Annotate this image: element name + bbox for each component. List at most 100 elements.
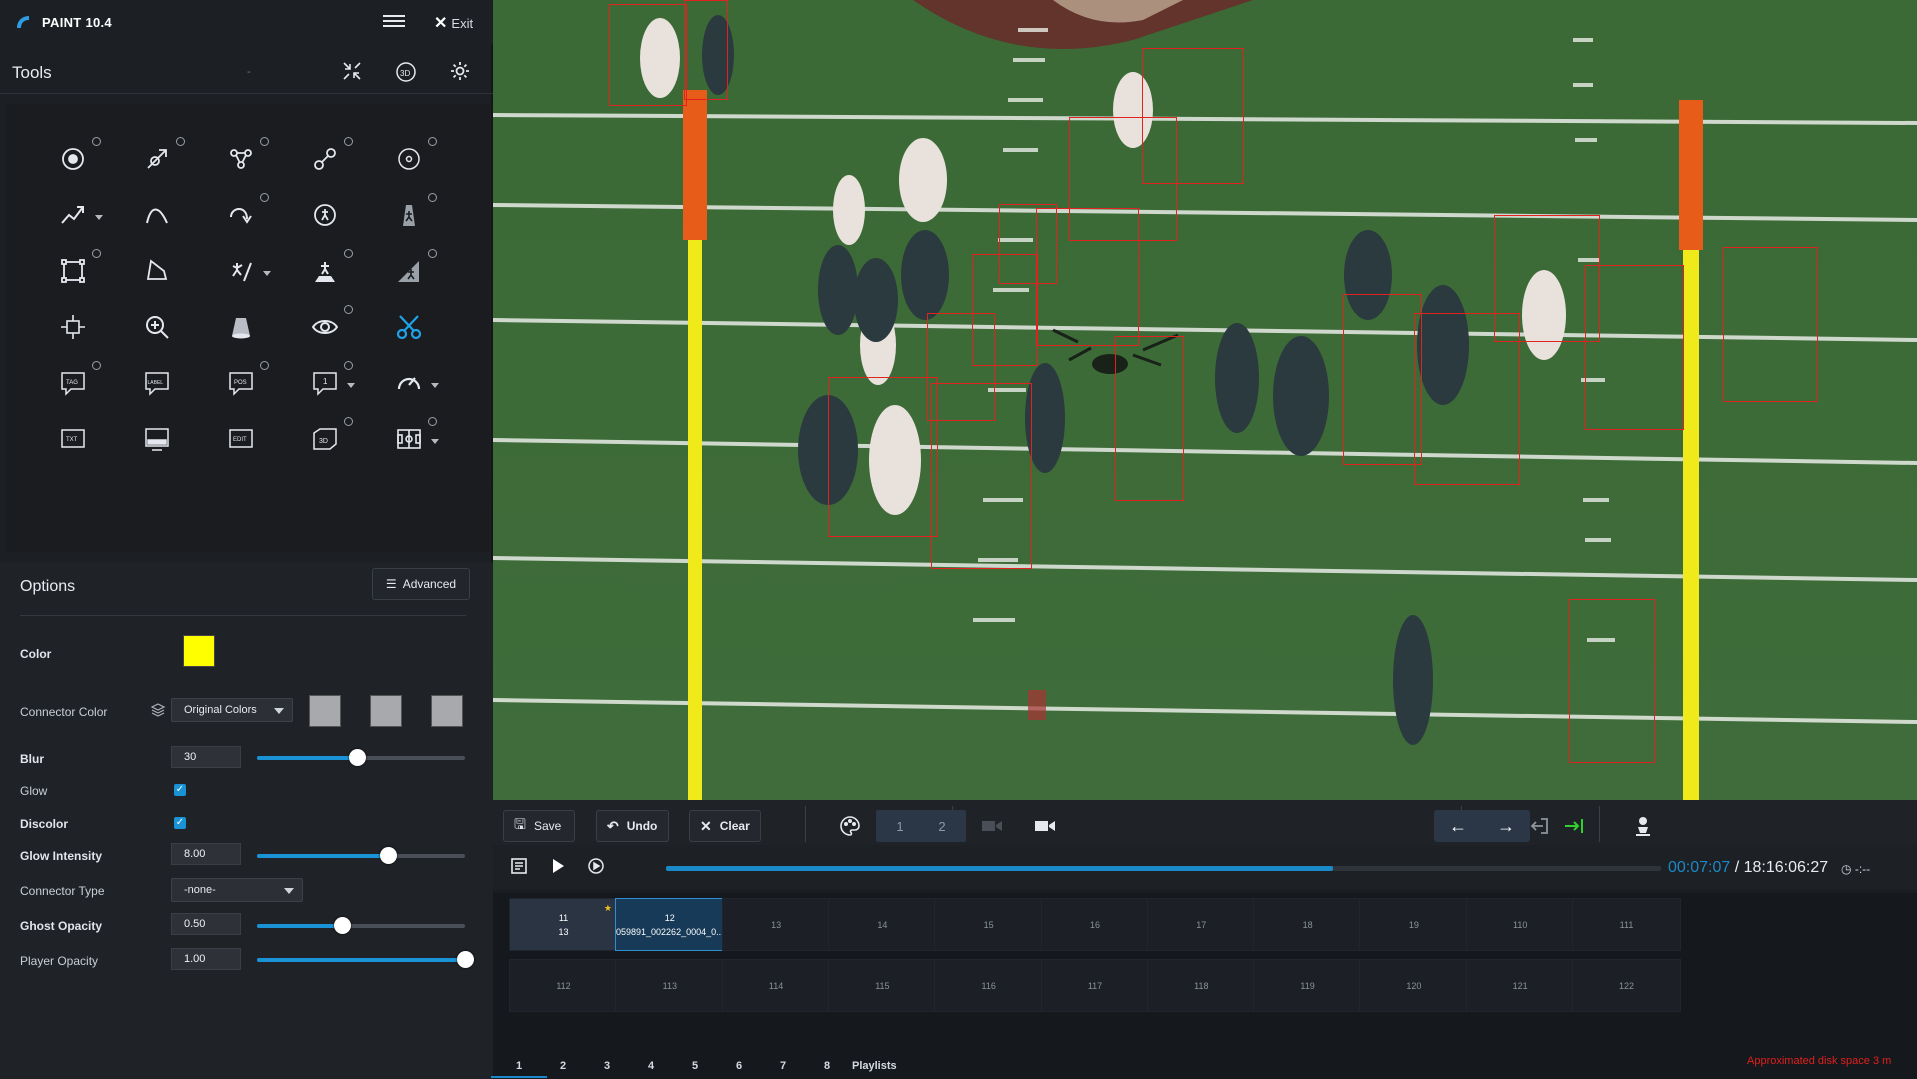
player-box[interactable] [1723,247,1818,402]
clip-cell[interactable]: 120 [1359,959,1469,1012]
clip-cell[interactable]: 18 [1253,898,1363,951]
player-box[interactable] [684,0,728,100]
player-opacity-slider[interactable] [257,951,474,968]
player-box[interactable] [1585,265,1684,430]
player-box[interactable] [1569,599,1655,763]
player-speed-tool-icon[interactable] [219,249,271,293]
spotlight-tool-icon[interactable] [51,137,101,181]
tab-1[interactable]: 1 [490,1060,548,1078]
clip-cell[interactable]: 19 [1359,898,1469,951]
player-box[interactable] [931,383,1032,569]
video-canvas[interactable] [493,0,1917,800]
clip-cell[interactable]: 122 [1572,959,1681,1012]
callout-number-tool-icon[interactable]: 1 [303,361,355,405]
multi-link-tool-icon[interactable] [219,137,269,181]
player-box[interactable] [828,377,938,537]
player-cone-tool-icon[interactable] [387,249,437,293]
tab-4[interactable]: 4 [648,1060,654,1072]
arrow-left-icon[interactable]: ← [1438,816,1478,837]
save-button[interactable]: 🖫 Save [503,810,575,842]
text-tool-icon[interactable]: TXT [51,417,95,461]
clip-cell[interactable]: 110 [1465,898,1575,951]
hamburger-menu-icon[interactable] [383,12,405,30]
tag-tool-icon[interactable]: TAG [51,361,101,405]
glow-intensity-slider[interactable] [257,847,465,864]
polygon-tool-icon[interactable] [135,249,179,293]
video-camera-icon[interactable] [1031,812,1059,840]
connector-color-select[interactable]: Original Colors [171,698,293,722]
lower-third-tool-icon[interactable] [135,417,179,461]
tab-5[interactable]: 5 [692,1060,698,1072]
notes-icon[interactable] [505,852,533,880]
player-box[interactable] [609,4,687,106]
player-highlight-tool-icon[interactable] [387,193,437,237]
tab-3[interactable]: 3 [604,1060,610,1072]
return-icon[interactable] [1526,812,1554,840]
connector-swatch-3[interactable] [431,695,463,727]
clip-cell[interactable]: 113 [615,959,725,1012]
camera-2-button[interactable]: 2 [918,810,966,842]
tab-2[interactable]: 2 [560,1060,566,1072]
edit-tool-icon[interactable]: EDIT [219,417,263,461]
play-icon[interactable] [544,852,572,880]
clip-cell[interactable]: 112 [509,959,618,1012]
pos-tool-icon[interactable]: POS [219,361,269,405]
blur-slider[interactable] [257,749,465,766]
player-box[interactable] [1036,208,1139,346]
camera-1-button[interactable]: 1 [876,810,924,842]
connector-swatch-2[interactable] [370,695,402,727]
clip-cell[interactable]: 116 [934,959,1044,1012]
eye-visibility-icon[interactable] [303,305,353,349]
trend-line-tool-icon[interactable] [51,193,103,237]
spotlight-cone-tool-icon[interactable] [219,305,263,349]
clip-cell[interactable]: 13 [721,898,831,951]
ghost-opacity-input[interactable]: 0.50 [171,913,241,935]
exit-button[interactable]: ✕ Exit [434,13,473,33]
color-swatch[interactable] [183,635,215,667]
clip-cell[interactable]: 111 [1572,898,1681,951]
curved-arrow-tool-icon[interactable] [219,193,269,237]
3d-object-tool-icon[interactable]: 3D [303,417,353,461]
curve-tool-icon[interactable] [135,193,179,237]
field-layout-tool-icon[interactable] [387,417,439,461]
move-target-tool-icon[interactable] [51,305,95,349]
connector-tool-icon[interactable] [303,137,353,181]
clip-cell[interactable]: 15 [934,898,1044,951]
shrink-arrows-icon[interactable] [339,60,365,86]
clip-cell[interactable]: 16 [1040,898,1150,951]
clip-cell[interactable]: 12 059891_002262_0004_0... [615,898,725,951]
undo-button[interactable]: ↶ Undo [596,810,669,842]
glow-intensity-input[interactable]: 8.00 [171,843,241,865]
connector-swatch-1[interactable] [309,695,341,727]
glow-checkbox[interactable]: ✓ [174,784,186,796]
tab-8[interactable]: 8 [824,1060,830,1072]
rectangle-tool-icon[interactable] [51,249,101,293]
arrow-right-icon[interactable]: → [1486,816,1526,837]
scissors-cut-icon[interactable] [387,305,431,349]
clip-cell[interactable]: 118 [1146,959,1256,1012]
ghost-opacity-slider[interactable] [257,917,465,934]
player-box[interactable] [1115,336,1184,501]
clip-cell[interactable]: 17 [1146,898,1256,951]
clip-cell[interactable]: 117 [1040,959,1150,1012]
arrow-pointer-tool-icon[interactable] [135,137,185,181]
tab-playlists[interactable]: Playlists [852,1060,897,1072]
player-circle-tool-icon[interactable] [303,193,347,237]
zoom-in-icon[interactable] [135,305,179,349]
player-zone-tool-icon[interactable] [303,249,353,293]
clip-cell[interactable]: 121 [1465,959,1575,1012]
clip-cell[interactable]: 114 [721,959,831,1012]
tab-7[interactable]: 7 [780,1060,786,1072]
discolor-checkbox[interactable]: ✓ [174,817,186,829]
tab-6[interactable]: 6 [736,1060,742,1072]
advanced-button[interactable]: ☰ Advanced [372,568,470,600]
player-box[interactable] [1343,294,1422,465]
clip-cell[interactable]: 115 [827,959,937,1012]
timeline-progress[interactable] [666,866,1661,871]
clip-cell[interactable]: 11 13 ★ [509,898,618,951]
rotate-3d-icon[interactable]: 3D [393,60,419,86]
set-out-point-icon[interactable] [1560,812,1588,840]
clip-cell[interactable]: 14 [827,898,937,951]
label-tool-icon[interactable]: LABEL [135,361,179,405]
player-opacity-input[interactable]: 1.00 [171,948,241,970]
